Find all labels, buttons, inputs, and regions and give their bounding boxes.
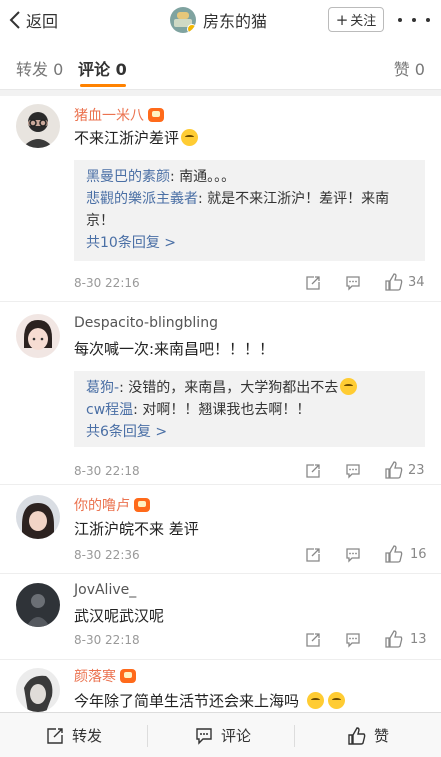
reply-item: 悲觀的樂派主義者: 就是不来江浙沪！差评！来南京！ [86,191,390,229]
emoji-icon [328,692,346,709]
like-count: 34 [408,275,425,290]
more-replies-link[interactable]: 共6条回复 > [86,421,413,443]
reply-username[interactable]: 悲觀的樂派主義者 [86,191,198,207]
page-title-group[interactable]: 房东的猫 [170,6,267,34]
like-count: 13 [410,632,427,647]
reply-text: 南通。。。 [179,169,236,185]
like-icon[interactable] [385,630,403,648]
repost-label: 转发 [72,727,103,745]
list-item: JovAlive_ 武汉呢武汉呢 8-30 22:18 13 [0,574,441,660]
share-icon [47,727,63,744]
like-button[interactable]: 赞 [348,713,389,757]
comment-label: 评论 [221,727,252,745]
reply-username[interactable]: 黑曼巴的素颜 [86,169,170,185]
reply-box[interactable]: 葛狗-: 没错的，来南昌，大学狗都出不去 cw程温: 对啊！！翘课我也去啊！！ … [74,371,425,447]
username-text: 你的噜卢 [74,498,130,514]
reply-username[interactable]: cw程温 [86,402,133,418]
reply-icon[interactable] [345,275,361,291]
verified-badge-icon [187,24,196,33]
avatar[interactable] [16,583,60,627]
follow-label: 关注 [350,14,377,29]
like-count: 23 [408,463,425,478]
vip-badge-icon [120,669,136,683]
reply-icon[interactable] [345,463,361,479]
active-tab-indicator [80,84,126,87]
like-icon [348,726,366,745]
reply-text: 对啊！！翘课我也去啊！！ [142,402,311,418]
more-options-icon[interactable] [398,10,430,30]
reply-icon[interactable] [345,632,361,648]
reply-icon[interactable] [345,547,361,563]
tab-repost[interactable]: 转发 0 [16,56,63,80]
more-replies-link[interactable]: 共10条回复 > [86,232,413,254]
share-icon[interactable] [305,632,321,648]
emoji-icon [340,378,358,395]
username-text: 颜落寒 [74,669,116,685]
comment-time: 8-30 22:16 [74,276,140,290]
reply-text: 没错的，来南昌，大学狗都出不去 [128,380,339,396]
follow-button[interactable]: + 关注 [328,7,384,32]
comment-time: 8-30 22:36 [74,548,140,562]
list-item: 颜落寒 今年除了简单生活节还会来上海吗 [0,660,441,720]
like-icon[interactable] [385,273,403,291]
top-nav-bar: 返回 房东的猫 + 关注 [0,0,441,40]
comment-button[interactable]: 评论 [195,713,251,757]
reply-username[interactable]: 葛狗- [86,380,119,396]
repost-button[interactable]: 转发 [46,713,102,757]
avatar[interactable] [16,495,60,539]
comment-username[interactable]: 颜落寒 [74,666,136,686]
bottom-action-bar: 转发 评论 赞 [0,712,441,757]
vip-badge-icon [134,498,150,512]
username-text: Despacito-blingbling [74,315,218,331]
back-label: 返回 [26,12,59,31]
tab-comment[interactable]: 评论 0 [78,56,127,80]
comment-time: 8-30 22:18 [74,633,140,647]
author-avatar[interactable] [170,7,196,33]
share-icon[interactable] [305,275,321,291]
avatar[interactable] [16,104,60,148]
tab-like[interactable]: 赞 0 [394,56,425,80]
like-icon[interactable] [385,545,403,563]
comment-username[interactable]: Despacito-blingbling [74,315,218,331]
comment-time: 8-30 22:18 [74,464,140,478]
comment-text: 每次喊一次:来南昌吧！！！！ [74,340,275,358]
reply-item: 黑曼巴的素颜: 南通。。。 [86,169,236,185]
avatar[interactable] [16,314,60,358]
share-icon[interactable] [305,463,321,479]
back-button[interactable]: 返回 [8,7,58,33]
like-icon[interactable] [385,461,403,479]
reply-item: 葛狗-: 没错的，来南昌，大学狗都出不去 [86,377,413,399]
reply-item: cw程温: 对啊！！翘课我也去啊！！ [86,402,311,418]
comment-username[interactable]: 猪血一米八 [74,105,164,125]
comment-username[interactable]: 你的噜卢 [74,495,150,515]
share-icon[interactable] [305,547,321,563]
divider [294,725,295,747]
comment-text: 不来江浙沪差评 [74,127,199,148]
page-title: 房东的猫 [203,12,268,31]
reply-box[interactable]: 黑曼巴的素颜: 南通。。。 悲觀的樂派主義者: 就是不来江浙沪！差评！来南京！ … [74,160,425,261]
chevron-left-icon [9,11,20,29]
comment-icon [196,727,212,745]
like-label: 赞 [374,727,390,745]
comment-list: 猪血一米八 不来江浙沪差评 黑曼巴的素颜: 南通。。。 悲觀的樂派主義者: 就是… [0,96,441,720]
username-text: JovAlive_ [74,582,137,598]
divider [147,725,148,747]
comment-text: 武汉呢武汉呢 [74,607,165,625]
emoji-icon [307,692,325,709]
detail-tabs: 转发 0 评论 0 赞 0 [0,40,441,90]
plus-icon: + [335,10,349,29]
vip-badge-icon [148,108,164,122]
comment-text: 今年除了简单生活节还会来上海吗 [74,690,346,711]
comment-username[interactable]: JovAlive_ [74,582,136,598]
like-count: 16 [410,547,427,562]
avatar[interactable] [16,668,60,712]
emoji-icon [181,129,199,146]
list-item: Despacito-blingbling 每次喊一次:来南昌吧！！！！ 葛狗-:… [0,302,441,485]
list-item: 你的噜卢 江浙沪皖不来 差评 8-30 22:36 16 [0,485,441,574]
list-item: 猪血一米八 不来江浙沪差评 黑曼巴的素颜: 南通。。。 悲觀的樂派主義者: 就是… [0,96,441,302]
comment-text: 江浙沪皖不来 差评 [74,520,199,538]
username-text: 猪血一米八 [74,108,144,124]
